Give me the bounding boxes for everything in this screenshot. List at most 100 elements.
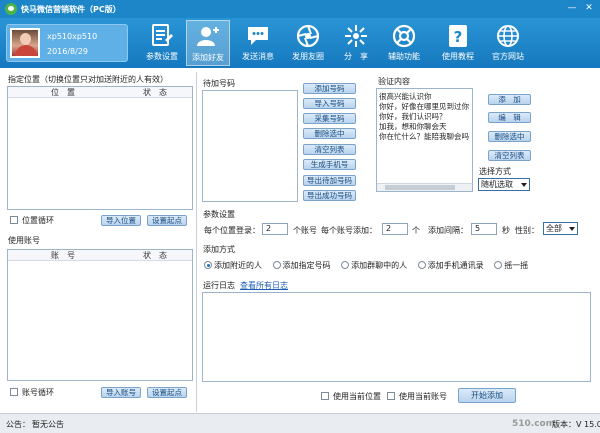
toolbar-param-settings[interactable]: 参数设置 — [140, 20, 184, 66]
version-text: 版本：V 15.0 — [552, 420, 600, 429]
list-item[interactable]: 你好，我们认识吗？ — [379, 112, 470, 122]
list-item[interactable]: 加我，想和你聊会天 — [379, 122, 470, 132]
per-account-input[interactable]: 2 — [382, 223, 408, 235]
toolbar-moments[interactable]: 发朋友圈 — [286, 20, 330, 66]
notice-text: 暂无公告 — [32, 420, 64, 429]
title-bar: 快马微信营销软件（PC版） — ✕ — [0, 0, 600, 18]
use-current-account-label: 使用当前账号 — [399, 392, 447, 401]
account-loop-label: 账号循环 — [22, 388, 54, 397]
main-toolbar: xp510xp510 2016/8/29 参数设置 添加好友 发送消息 发朋友圈… — [0, 18, 600, 68]
add-mode-contacts[interactable]: 添加手机通讯录 — [417, 261, 484, 270]
clear-number-list-button[interactable]: 清空列表 — [303, 144, 356, 155]
add-mode-specified[interactable]: 添加指定号码 — [272, 261, 331, 270]
location-loop-checkbox[interactable] — [10, 216, 18, 224]
minimize-icon[interactable]: — — [565, 2, 579, 15]
interval-unit: 秒 — [502, 226, 510, 235]
camera-aperture-icon — [296, 24, 320, 48]
generate-phone-button[interactable]: 生成手机号 — [303, 159, 356, 170]
collect-number-button[interactable]: 采集号码 — [303, 113, 356, 124]
per-location-label: 每个位置登录： — [204, 226, 260, 235]
column-status: 状 态 — [143, 251, 167, 260]
verify-content-list[interactable]: 很高兴能认识你 你好，好像在哪里见到过你 你好，我们认识吗？ 加我，想和你聊会天… — [376, 88, 473, 192]
document-icon — [152, 24, 173, 46]
delete-verify-button[interactable]: 删除选中 — [488, 131, 531, 142]
radio-icon — [272, 261, 281, 269]
toolbar-share[interactable]: 分 享 — [334, 20, 378, 66]
location-loop-label: 位置循环 — [22, 216, 54, 225]
location-panel-label: 指定位置（切换位置只对加送附近的人有效） — [8, 75, 168, 84]
toolbar-official-site[interactable]: 官方网站 — [486, 20, 530, 66]
pending-numbers-list[interactable] — [202, 90, 298, 202]
clear-verify-button[interactable]: 清空列表 — [488, 150, 531, 161]
view-all-logs-link[interactable]: 查看所有日志 — [240, 280, 288, 291]
add-mode-group-chat[interactable]: 添加群聊中的人 — [341, 261, 407, 270]
select-mode-label: 选择方式 — [479, 167, 511, 176]
location-table[interactable]: 位 置 状 态 — [7, 86, 193, 210]
add-mode-label: 添加方式 — [203, 245, 235, 254]
per-location-unit: 个账号 — [293, 226, 317, 235]
window-title: 快马微信营销软件（PC版） — [21, 4, 121, 14]
add-verify-button[interactable]: 添 加 — [488, 94, 531, 105]
list-item[interactable]: 你在忙什么？能陪我聊会吗 — [379, 132, 470, 142]
list-item[interactable]: 你好，好像在哪里见到过你 — [379, 102, 470, 112]
svg-text:?: ? — [454, 28, 463, 46]
radio-icon — [417, 261, 426, 269]
run-log-area[interactable] — [202, 292, 591, 382]
help-icon: ? — [449, 25, 467, 47]
lifebuoy-icon — [392, 24, 416, 48]
set-start-location-button[interactable]: 设置起点 — [147, 215, 187, 226]
per-location-input[interactable]: 2 — [262, 223, 288, 235]
account-table[interactable]: 账 号 状 态 — [7, 249, 193, 381]
select-mode-dropdown[interactable]: 随机选取 — [478, 178, 530, 191]
add-number-button[interactable]: 添加号码 — [303, 83, 356, 94]
chevron-down-icon — [569, 227, 575, 231]
app-logo-icon — [5, 3, 17, 15]
close-icon[interactable]: ✕ — [582, 2, 596, 15]
toolbar-assist[interactable]: 辅助功能 — [382, 20, 426, 66]
profile-date: 2016/8/29 — [47, 47, 89, 56]
profile-card[interactable]: xp510xp510 2016/8/29 — [6, 24, 128, 62]
radio-icon — [494, 261, 503, 269]
radio-icon — [341, 261, 350, 269]
horizontal-scrollbar[interactable] — [377, 183, 472, 191]
use-current-location-label: 使用当前位置 — [333, 392, 381, 401]
use-current-account-checkbox[interactable] — [387, 392, 395, 400]
status-bar: 公告： 暂无公告 510.com 版本：V 15.0 — [0, 413, 600, 433]
toolbar-add-friends[interactable]: 添加好友 — [186, 20, 230, 66]
use-current-location-checkbox[interactable] — [321, 392, 329, 400]
add-mode-nearby[interactable]: 添加附近的人 — [204, 261, 262, 270]
add-user-icon — [197, 27, 219, 46]
column-location: 位 置 — [51, 88, 75, 97]
interval-input[interactable]: 5 — [471, 223, 497, 235]
export-pending-button[interactable]: 导出待加号码 — [303, 175, 356, 186]
import-location-button[interactable]: 导入位置 — [101, 215, 141, 226]
account-panel-label: 使用账号 — [8, 236, 40, 245]
profile-username: xp510xp510 — [47, 32, 98, 41]
start-adding-button[interactable]: 开始添加 — [458, 388, 516, 403]
per-account-label: 每个账号添加： — [321, 226, 377, 235]
globe-icon — [497, 25, 519, 47]
interval-label: 添加间隔： — [428, 226, 468, 235]
set-start-account-button[interactable]: 设置起点 — [147, 387, 187, 398]
account-table-header: 账 号 状 态 — [8, 250, 192, 261]
import-account-button[interactable]: 导入账号 — [101, 387, 141, 398]
add-mode-shake[interactable]: 摇一摇 — [494, 261, 528, 270]
pending-panel-label: 待加号码 — [203, 79, 235, 88]
location-table-header: 位 置 状 态 — [8, 87, 192, 98]
chat-bubble-icon — [248, 27, 268, 45]
log-label: 运行日志 — [203, 281, 235, 290]
toolbar-tutorial[interactable]: ? 使用教程 — [436, 20, 480, 66]
account-loop-checkbox[interactable] — [10, 388, 18, 396]
import-number-button[interactable]: 导入号码 — [303, 98, 356, 109]
list-item[interactable]: 很高兴能认识你 — [379, 92, 470, 102]
verify-panel-label: 验证内容 — [378, 77, 410, 86]
share-star-icon — [345, 25, 367, 47]
watermark: 510.com — [512, 419, 556, 429]
delete-selected-number-button[interactable]: 删除选中 — [303, 128, 356, 139]
toolbar-send-message[interactable]: 发送消息 — [236, 20, 280, 66]
add-mode-options: 添加附近的人 添加指定号码 添加群聊中的人 添加手机通讯录 摇一摇 — [204, 260, 528, 271]
window-controls: — ✕ — [565, 2, 596, 15]
export-success-button[interactable]: 导出成功号码 — [303, 190, 356, 201]
edit-verify-button[interactable]: 编 辑 — [488, 112, 531, 123]
gender-dropdown[interactable]: 全部 — [543, 222, 578, 235]
